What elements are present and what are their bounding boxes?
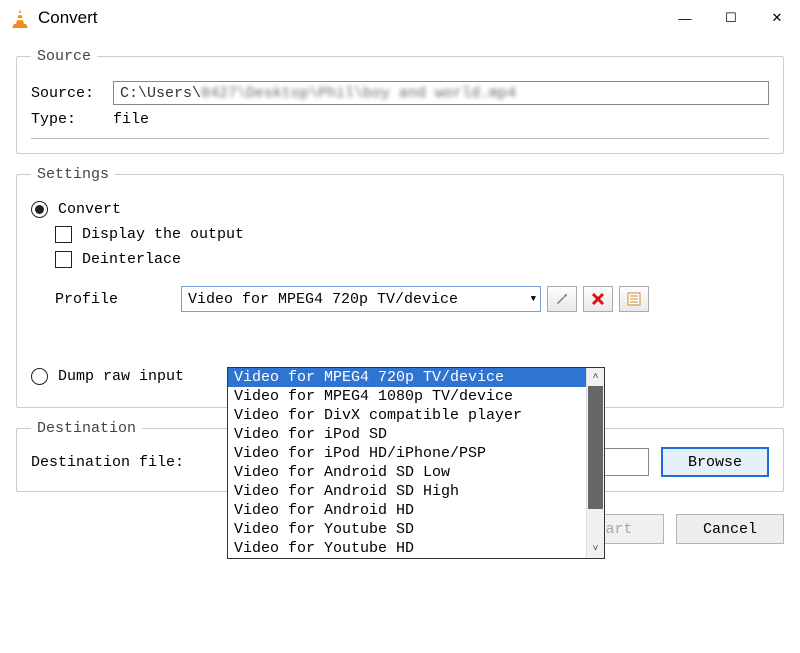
maximize-button[interactable]: ☐	[708, 0, 754, 36]
wrench-icon	[554, 291, 570, 307]
vlc-cone-icon	[10, 8, 30, 28]
profile-option[interactable]: Video for MPEG4 720p TV/device	[228, 368, 586, 387]
source-group: Source Source: C:\Users\0427\Desktop\Phi…	[16, 48, 784, 154]
checkbox-icon	[55, 226, 72, 243]
minimize-button[interactable]: —	[662, 0, 708, 36]
profile-option[interactable]: Video for Youtube HD	[228, 539, 586, 558]
x-icon	[591, 292, 605, 306]
profile-dropdown-list[interactable]: Video for MPEG4 720p TV/deviceVideo for …	[227, 367, 605, 559]
profile-option[interactable]: Video for Android SD High	[228, 482, 586, 501]
new-profile-button[interactable]	[619, 286, 649, 312]
settings-group: Settings Convert Display the output Dein…	[16, 166, 784, 408]
profile-option[interactable]: Video for iPod SD	[228, 425, 586, 444]
scroll-up-icon[interactable]: ˄	[587, 368, 604, 386]
close-button[interactable]: ✕	[754, 0, 800, 36]
profile-label: Profile	[31, 291, 181, 308]
profile-combobox[interactable]: Video for MPEG4 720p TV/device ▼	[181, 286, 541, 312]
browse-button[interactable]: Browse	[661, 447, 769, 477]
radio-icon	[31, 201, 48, 218]
profile-selected-text: Video for MPEG4 720p TV/device	[188, 291, 458, 308]
settings-legend: Settings	[31, 166, 115, 183]
source-legend: Source	[31, 48, 97, 65]
convert-radio-label: Convert	[58, 201, 121, 218]
source-path-field[interactable]: C:\Users\0427\Desktop\Phil\boy and world…	[113, 81, 769, 105]
profile-option[interactable]: Video for DivX compatible player	[228, 406, 586, 425]
deinterlace-label: Deinterlace	[82, 251, 181, 268]
profile-option[interactable]: Video for MPEG4 1080p TV/device	[228, 387, 586, 406]
source-divider	[31, 138, 769, 139]
scroll-down-icon[interactable]: ˅	[587, 540, 604, 558]
titlebar: Convert — ☐ ✕	[0, 0, 800, 36]
delete-profile-button[interactable]	[583, 286, 613, 312]
destination-legend: Destination	[31, 420, 142, 437]
profile-option[interactable]: Video for Android HD	[228, 501, 586, 520]
dropdown-scrollbar[interactable]: ˄ ˅	[586, 368, 604, 558]
profile-option[interactable]: Video for Youtube SD	[228, 520, 586, 539]
deinterlace-checkbox[interactable]: Deinterlace	[31, 251, 769, 268]
type-value: file	[113, 111, 149, 128]
display-output-checkbox[interactable]: Display the output	[31, 226, 769, 243]
edit-profile-button[interactable]	[547, 286, 577, 312]
source-path-prefix: C:\Users\	[120, 85, 201, 102]
source-path-blurred: 0427\Desktop\Phil\boy and world.mp4	[201, 85, 516, 102]
radio-icon	[31, 368, 48, 385]
type-label: Type:	[31, 111, 113, 128]
dump-raw-label: Dump raw input	[58, 368, 184, 385]
profile-option[interactable]: Video for iPod HD/iPhone/PSP	[228, 444, 586, 463]
cancel-button-label: Cancel	[703, 521, 757, 538]
checkbox-icon	[55, 251, 72, 268]
chevron-down-icon: ▼	[531, 294, 536, 304]
window-controls: — ☐ ✕	[662, 0, 800, 36]
document-icon	[626, 291, 642, 307]
profile-option[interactable]: Video for Android SD Low	[228, 463, 586, 482]
source-label: Source:	[31, 85, 113, 102]
window-title: Convert	[38, 8, 662, 28]
scroll-thumb[interactable]	[588, 386, 603, 509]
display-output-label: Display the output	[82, 226, 244, 243]
cancel-button[interactable]: Cancel	[676, 514, 784, 544]
browse-button-label: Browse	[688, 454, 742, 471]
convert-radio[interactable]: Convert	[31, 201, 769, 218]
